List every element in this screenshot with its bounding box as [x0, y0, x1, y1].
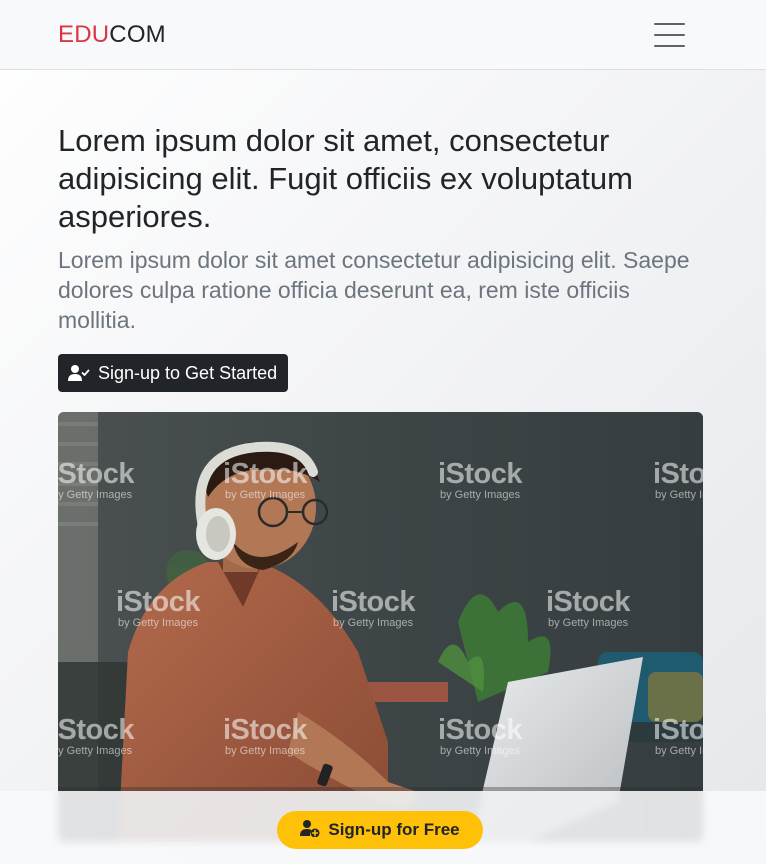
- page: EDUCOM Lorem ipsum dolor sit amet, conse…: [0, 0, 766, 864]
- menu-toggle-button[interactable]: [646, 16, 692, 54]
- signup-for-free-label: Sign-up for Free: [328, 820, 460, 839]
- hamburger-menu-icon-bar: [653, 45, 685, 47]
- signup-get-started-label: Sign-up to Get Started: [98, 362, 278, 383]
- brand-part-com: COM: [109, 21, 166, 48]
- signup-for-free-button[interactable]: Sign-up for Free: [277, 811, 483, 849]
- signup-get-started-button[interactable]: Sign-up to Get Started: [58, 354, 289, 392]
- hamburger-menu-icon-bar: [653, 34, 685, 36]
- hamburger-menu-icon: [653, 23, 685, 25]
- hero-title: Lorem ipsum dolor sit amet, consectetur …: [58, 123, 633, 234]
- navbar: EDUCOM: [0, 0, 766, 70]
- brand-logo[interactable]: EDUCOM: [58, 20, 166, 50]
- user-plus-icon: [300, 819, 320, 842]
- hero-photo-student-with-laptop: iStock by Getty Images iStock by Getty I…: [58, 412, 703, 842]
- user-check-icon: [68, 364, 90, 382]
- hero-lead: Lorem ipsum dolor sit amet consectetur a…: [58, 247, 690, 333]
- brand-part-edu: EDU: [58, 21, 110, 48]
